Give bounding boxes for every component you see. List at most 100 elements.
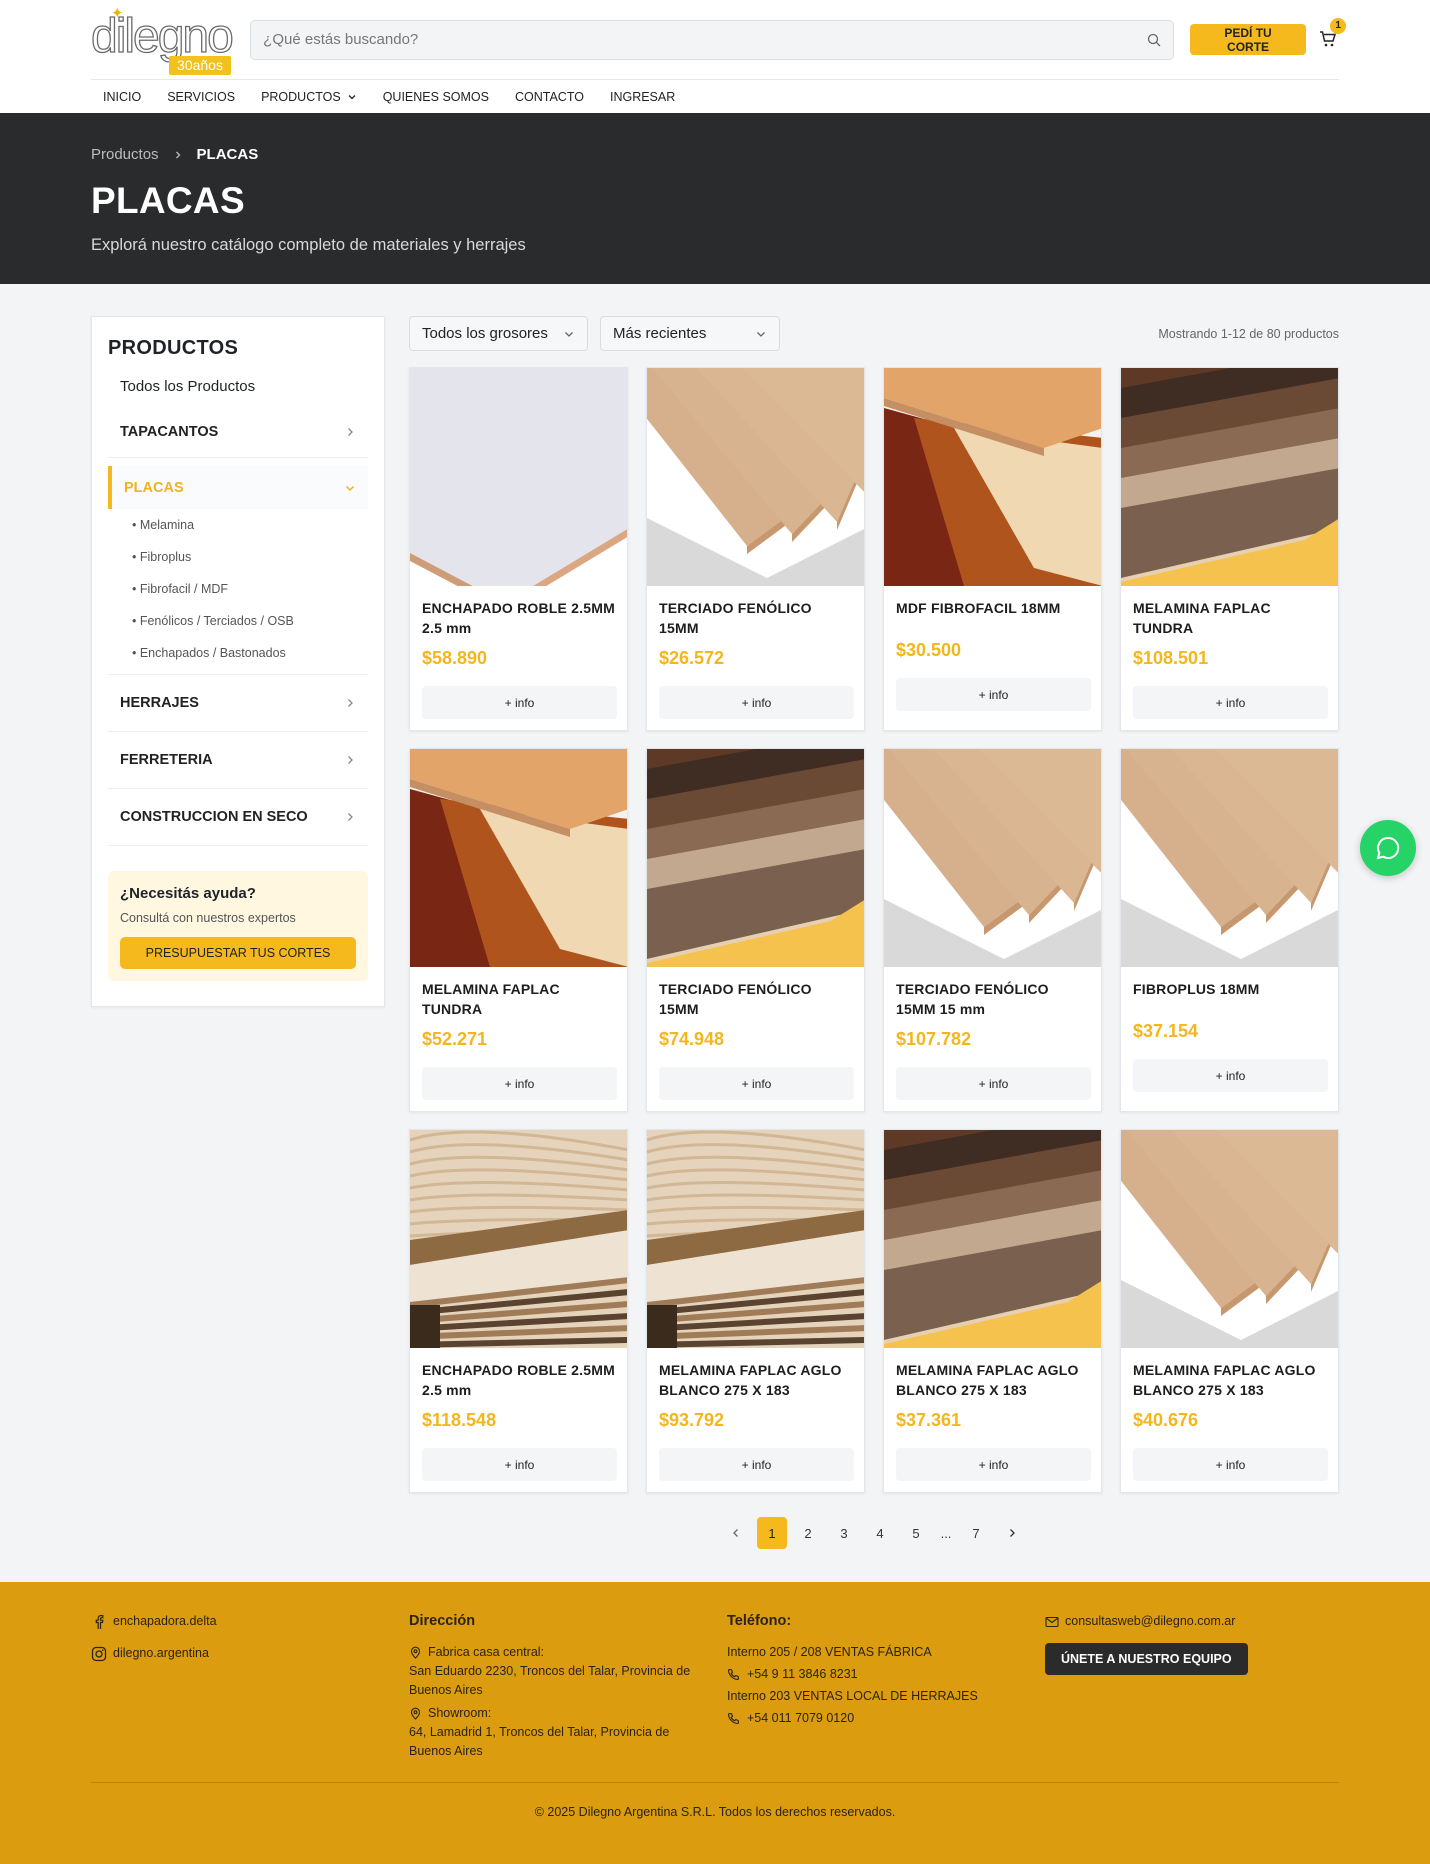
sidebar-item-tapacantos[interactable]: TAPACANTOS: [108, 406, 368, 458]
email-link[interactable]: consultasweb@dilegno.com.ar: [1045, 1612, 1339, 1631]
product-image[interactable]: [647, 368, 864, 586]
instagram-link[interactable]: dilegno.argentina: [91, 1644, 409, 1663]
page-1[interactable]: 1: [757, 1517, 787, 1549]
product-card[interactable]: ENCHAPADO ROBLE 2.5MM 2.5 mm $118.548 + …: [409, 1129, 628, 1493]
more-info-button[interactable]: + info: [1133, 1059, 1328, 1092]
nav-productos[interactable]: PRODUCTOS: [261, 90, 357, 104]
product-image[interactable]: [410, 368, 627, 586]
product-image[interactable]: [884, 749, 1101, 967]
product-image[interactable]: [1121, 1130, 1338, 1348]
product-card[interactable]: MELAMINA FAPLAC AGLO BLANCO 275 X 183 $3…: [883, 1129, 1102, 1493]
next-page-button[interactable]: [997, 1517, 1027, 1549]
page-2[interactable]: 2: [793, 1517, 823, 1549]
subcategory-fibrofacil[interactable]: • Fibrofacil / MDF: [132, 573, 368, 605]
page-7[interactable]: 7: [961, 1517, 991, 1549]
product-image[interactable]: [410, 749, 627, 967]
more-info-button[interactable]: + info: [422, 686, 617, 719]
facebook-link[interactable]: enchapadora.delta: [91, 1612, 409, 1631]
product-name[interactable]: TERCIADO FENÓLICO 15MM: [659, 598, 854, 638]
page-5[interactable]: 5: [901, 1517, 931, 1549]
more-info-button[interactable]: + info: [422, 1448, 617, 1481]
sidebar-item-all[interactable]: Todos los Productos: [108, 378, 368, 400]
breadcrumb-productos[interactable]: Productos: [91, 146, 159, 163]
order-cut-button[interactable]: PEDÍ TU CORTE: [1189, 24, 1307, 55]
product-card[interactable]: MDF FIBROFACIL 18MM $30.500 + info: [883, 367, 1102, 731]
product-card[interactable]: MELAMINA FAPLAC TUNDRA $108.501 + info: [1120, 367, 1339, 731]
phone-link[interactable]: +54 9 11 3846 8231: [727, 1665, 1045, 1684]
logo-text: dilegno: [90, 10, 234, 63]
product-image[interactable]: [1121, 368, 1338, 586]
page-4[interactable]: 4: [865, 1517, 895, 1549]
product-image[interactable]: [1121, 749, 1338, 967]
more-info-button[interactable]: + info: [1133, 1448, 1328, 1481]
product-image[interactable]: [410, 1130, 627, 1348]
product-grid: ENCHAPADO ROBLE 2.5MM 2.5 mm $58.890 + i…: [409, 367, 1339, 1493]
sidebar-item-herrajes[interactable]: HERRAJES: [108, 675, 368, 732]
more-info-button[interactable]: + info: [659, 1067, 854, 1100]
product-image[interactable]: [884, 1130, 1101, 1348]
chevron-down-icon: [345, 485, 355, 491]
subcategory-fibroplus[interactable]: • Fibroplus: [132, 541, 368, 573]
product-card[interactable]: TERCIADO FENÓLICO 15MM $74.948 + info: [646, 748, 865, 1112]
subcategory-melamina[interactable]: • Melamina: [132, 509, 368, 541]
product-card[interactable]: MELAMINA FAPLAC AGLO BLANCO 275 X 183 $9…: [646, 1129, 865, 1493]
quote-cuts-button[interactable]: PRESUPUESTAR TUS CORTES: [120, 937, 356, 969]
product-name[interactable]: MELAMINA FAPLAC TUNDRA: [422, 979, 617, 1019]
whatsapp-button[interactable]: [1360, 820, 1416, 876]
chevron-down-icon: [348, 94, 356, 99]
product-card[interactable]: MELAMINA FAPLAC TUNDRA $52.271 + info: [409, 748, 628, 1112]
nav-servicios[interactable]: SERVICIOS: [167, 90, 235, 104]
more-info-button[interactable]: + info: [422, 1067, 617, 1100]
search-input[interactable]: [263, 31, 1124, 48]
product-name[interactable]: MELAMINA FAPLAC AGLO BLANCO 275 X 183: [1133, 1360, 1328, 1400]
thickness-filter-select[interactable]: Todos los grosores: [409, 316, 588, 351]
site-logo[interactable]: ✦ dilegno 30años: [90, 2, 234, 77]
product-name[interactable]: MELAMINA FAPLAC AGLO BLANCO 275 X 183: [659, 1360, 854, 1400]
more-info-button[interactable]: + info: [659, 686, 854, 719]
sort-select[interactable]: Más recientes: [600, 316, 780, 351]
more-info-button[interactable]: + info: [896, 678, 1091, 711]
product-name[interactable]: MELAMINA FAPLAC AGLO BLANCO 275 X 183: [896, 1360, 1091, 1400]
product-card[interactable]: TERCIADO FENÓLICO 15MM $26.572 + info: [646, 367, 865, 731]
nav-contacto[interactable]: CONTACTO: [515, 90, 584, 104]
help-title: ¿Necesitás ayuda?: [120, 885, 256, 902]
product-name[interactable]: TERCIADO FENÓLICO 15MM: [659, 979, 854, 1019]
cart-button[interactable]: 1: [1319, 17, 1347, 50]
product-name[interactable]: ENCHAPADO ROBLE 2.5MM 2.5 mm: [422, 1360, 617, 1400]
product-name[interactable]: TERCIADO FENÓLICO 15MM 15 mm: [896, 979, 1091, 1019]
search-icon[interactable]: [1147, 33, 1161, 47]
sidebar-item-construccion-en-seco[interactable]: CONSTRUCCION EN SECO: [108, 789, 368, 846]
subcategory-enchapados[interactable]: • Enchapados / Bastonados: [132, 637, 368, 669]
product-card[interactable]: FIBROPLUS 18MM $37.154 + info: [1120, 748, 1339, 1112]
product-price: $37.154: [1133, 1021, 1199, 1041]
nav-ingresar[interactable]: INGRESAR: [610, 90, 675, 104]
product-card[interactable]: TERCIADO FENÓLICO 15MM 15 mm $107.782 + …: [883, 748, 1102, 1112]
product-name[interactable]: FIBROPLUS 18MM: [1133, 979, 1328, 999]
nav-quienes-somos[interactable]: QUIENES SOMOS: [383, 90, 489, 104]
address-label: Showroom:: [428, 1706, 492, 1720]
product-image[interactable]: [884, 368, 1101, 586]
product-card[interactable]: ENCHAPADO ROBLE 2.5MM 2.5 mm $58.890 + i…: [409, 367, 628, 731]
product-card[interactable]: MELAMINA FAPLAC AGLO BLANCO 275 X 183 $4…: [1120, 1129, 1339, 1493]
nav-inicio[interactable]: INICIO: [103, 90, 141, 104]
product-name[interactable]: MDF FIBROFACIL 18MM: [896, 598, 1091, 618]
more-info-button[interactable]: + info: [659, 1448, 854, 1481]
more-info-button[interactable]: + info: [896, 1448, 1091, 1481]
more-info-button[interactable]: + info: [1133, 686, 1328, 719]
product-name[interactable]: MELAMINA FAPLAC TUNDRA: [1133, 598, 1328, 638]
product-name[interactable]: ENCHAPADO ROBLE 2.5MM 2.5 mm: [422, 598, 617, 638]
join-team-button[interactable]: ÚNETE A NUESTRO EQUIPO: [1045, 1643, 1248, 1675]
phone-link[interactable]: +54 011 7079 0120: [727, 1709, 1045, 1728]
product-listing: Todos los grosores Más recientes Mostran…: [409, 316, 1339, 1549]
footer-address: Dirección Fabrica casa central: San Edua…: [409, 1612, 727, 1761]
nav-label: INICIO: [103, 89, 142, 104]
sidebar-item-placas[interactable]: PLACAS: [108, 466, 368, 509]
sidebar-item-ferreteria[interactable]: FERRETERIA: [108, 732, 368, 789]
prev-page-button[interactable]: [721, 1517, 751, 1549]
phone-label: Interno 205 / 208 VENTAS FÁBRICA: [727, 1645, 932, 1659]
more-info-button[interactable]: + info: [896, 1067, 1091, 1100]
product-image[interactable]: [647, 749, 864, 967]
subcategory-fenolicos[interactable]: • Fenólicos / Terciados / OSB: [132, 605, 368, 637]
page-3[interactable]: 3: [829, 1517, 859, 1549]
product-image[interactable]: [647, 1130, 864, 1348]
